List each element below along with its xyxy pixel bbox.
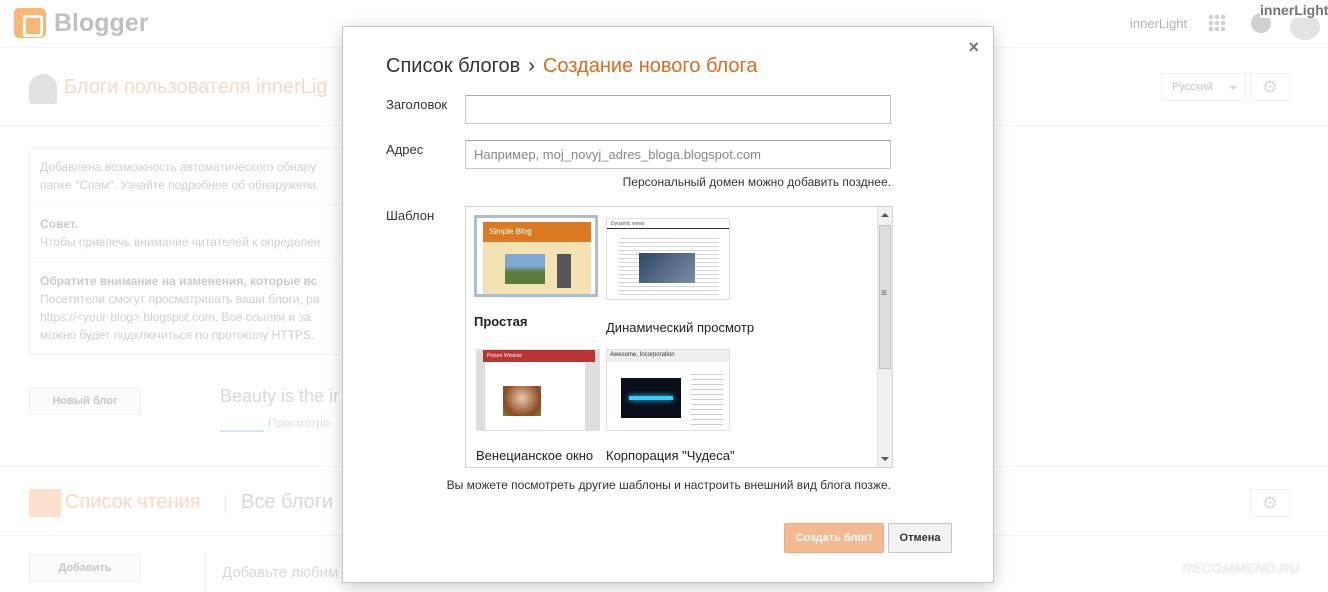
create-blog-dialog: × Список блогов › Создание нового блога За…	[342, 26, 994, 583]
address-input[interactable]	[465, 140, 891, 169]
template-name: Корпорация "Чудеса"	[606, 448, 735, 463]
address-hint: Персональный домен можно добавить поздне…	[622, 175, 891, 189]
template-thumbnail: Simple Blog	[474, 215, 598, 297]
template-dynamic-views[interactable]: Dynamic views Динамический просмотр	[606, 218, 755, 335]
templates-hint: Вы можете посмотреть другие шаблоны и на…	[446, 478, 891, 492]
title-label: Заголовок	[386, 97, 448, 112]
breadcrumb-current: Создание нового блога	[542, 55, 758, 77]
template-label: Шаблон	[386, 208, 435, 223]
cancel-button[interactable]: Отмена	[888, 523, 952, 553]
template-name: Венецианское окно	[476, 448, 594, 463]
breadcrumb-separator: ›	[528, 55, 535, 77]
close-icon[interactable]: ×	[968, 37, 979, 58]
template-awesome-inc[interactable]: Awesome, Incorporation Корпорация "Чудес…	[606, 349, 735, 463]
template-picture-window[interactable]: Picture Window Венецианское окно	[476, 349, 600, 463]
dialog-breadcrumb: Список блогов › Создание нового блога	[386, 55, 758, 78]
template-name: Динамический просмотр	[606, 320, 755, 335]
scroll-up-icon[interactable]	[881, 213, 889, 217]
scroll-thumb[interactable]	[879, 225, 891, 369]
template-scrollbar[interactable]	[877, 207, 892, 467]
template-thumbnail: Picture Window	[476, 349, 600, 431]
template-picker: Simple Blog Простая Dynamic views Динами…	[465, 206, 893, 468]
scroll-down-icon[interactable]	[881, 457, 889, 461]
address-label: Адрес	[386, 142, 424, 157]
breadcrumb-blog-list[interactable]: Список блогов	[386, 55, 520, 77]
create-blog-button[interactable]: Создать блог!	[784, 523, 884, 553]
template-thumbnail: Awesome, Incorporation	[606, 349, 730, 431]
template-name: Простая	[474, 314, 528, 329]
template-simple[interactable]: Simple Blog Простая	[474, 215, 598, 329]
template-thumbnail: Dynamic views	[606, 218, 730, 300]
title-input[interactable]	[465, 95, 891, 124]
